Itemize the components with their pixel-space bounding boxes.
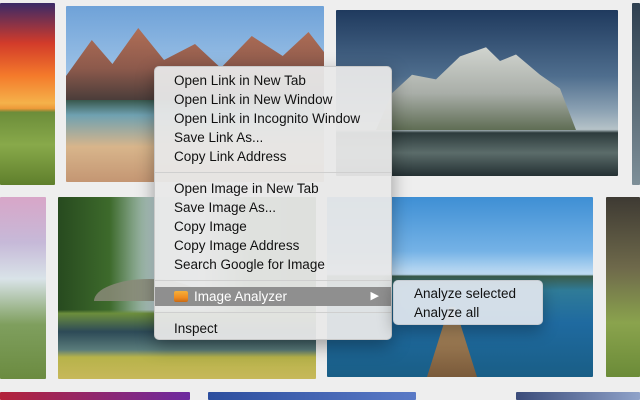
menu-item-open-link-incognito[interactable]: Open Link in Incognito Window — [155, 109, 391, 128]
menu-item-image-analyzer-label: Image Analyzer — [194, 289, 288, 304]
submenu-item-analyze-selected[interactable]: Analyze selected — [394, 284, 542, 303]
menu-separator — [155, 172, 391, 173]
image-tile-sunset[interactable] — [0, 3, 55, 185]
menu-item-image-analyzer[interactable]: Image Analyzer ▶ — [155, 287, 391, 306]
image-tile-partial-right[interactable] — [632, 3, 640, 185]
menu-item-inspect[interactable]: Inspect — [155, 319, 391, 338]
menu-item-open-link-new-tab[interactable]: Open Link in New Tab — [155, 71, 391, 90]
menu-item-save-link-as[interactable]: Save Link As... — [155, 128, 391, 147]
image-tile-bottom-3[interactable] — [516, 392, 640, 400]
menu-item-open-link-new-window[interactable]: Open Link in New Window — [155, 90, 391, 109]
image-tile-misty-field[interactable] — [0, 197, 46, 379]
menu-separator — [155, 312, 391, 313]
submenu-item-analyze-all[interactable]: Analyze all — [394, 303, 542, 322]
menu-item-save-image-as[interactable]: Save Image As... — [155, 198, 391, 217]
menu-item-copy-link-address[interactable]: Copy Link Address — [155, 147, 391, 166]
menu-item-open-image-new-tab[interactable]: Open Image in New Tab — [155, 179, 391, 198]
menu-item-search-google-image[interactable]: Search Google for Image — [155, 255, 391, 274]
context-menu: Open Link in New Tab Open Link in New Wi… — [154, 66, 392, 340]
menu-item-copy-image-address[interactable]: Copy Image Address — [155, 236, 391, 255]
image-tile-grass-right[interactable] — [606, 197, 640, 377]
menu-separator — [155, 280, 391, 281]
image-tile-bottom-2[interactable] — [208, 392, 416, 400]
cliff-shape — [376, 47, 576, 130]
image-tile-bottom-1[interactable] — [0, 392, 190, 400]
image-analyzer-submenu: Analyze selected Analyze all — [393, 280, 543, 325]
image-icon — [174, 291, 188, 302]
submenu-arrow-icon: ▶ — [370, 290, 379, 302]
menu-item-copy-image[interactable]: Copy Image — [155, 217, 391, 236]
